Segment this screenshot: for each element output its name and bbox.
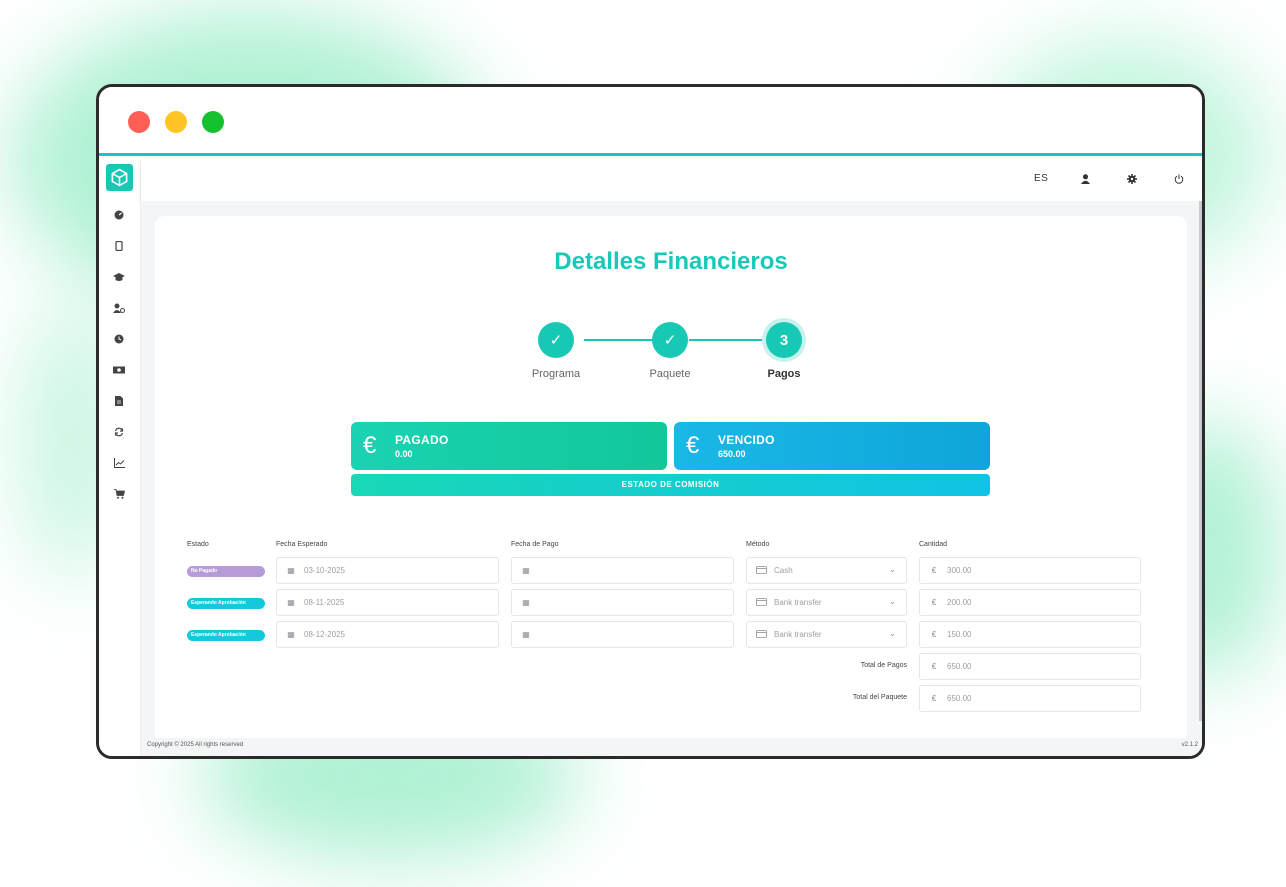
expected-date-value: 03-10-2025 — [304, 566, 345, 575]
user-settings-icon[interactable] — [110, 299, 128, 317]
step-programa-marker[interactable]: ✓ — [538, 322, 574, 358]
step-pagos-marker[interactable]: 3 — [766, 322, 802, 358]
status-badge: No Pagado — [187, 566, 265, 577]
due-summary-card: € VENCIDO 650.00 — [674, 422, 990, 470]
maximize-window-button[interactable] — [202, 111, 224, 133]
euro-icon: € — [686, 432, 700, 459]
copyright-text: Copyright © 2025 All rights reserved — [147, 742, 244, 748]
close-window-button[interactable] — [128, 111, 150, 133]
step-connector — [689, 339, 763, 341]
total-payments-field: €650.00 — [919, 653, 1141, 680]
chevron-down-icon: ⌄ — [889, 597, 896, 606]
main-content: Detalles Financieros ✓ ✓ 3 Programa Paqu… — [141, 201, 1202, 744]
credit-card-icon — [756, 565, 767, 576]
column-header-fecha-pago: Fecha de Pago — [511, 541, 559, 548]
column-header-cantidad: Cantidad — [919, 541, 948, 548]
total-package-field: €650.00 — [919, 685, 1141, 712]
app-window: ES Detalles Financieros ✓ ✓ 3 Programa P… — [96, 84, 1205, 759]
payment-date-field[interactable]: ▦ — [511, 557, 734, 584]
step-label-pagos: Pagos — [767, 368, 801, 380]
column-header-estado: Estado — [187, 541, 209, 548]
calendar-icon: ▦ — [287, 566, 295, 575]
chevron-down-icon: ⌄ — [889, 565, 896, 574]
page-title: Detalles Financieros — [554, 248, 788, 275]
document-icon[interactable] — [110, 392, 128, 410]
calendar-icon: ▦ — [522, 598, 530, 607]
step-connector — [584, 339, 654, 341]
calendar-icon: ▦ — [287, 630, 295, 639]
cart-icon[interactable] — [110, 485, 128, 503]
expected-date-value: 08-11-2025 — [304, 598, 345, 607]
calendar-icon: ▦ — [522, 566, 530, 575]
method-value: Cash — [774, 566, 793, 575]
amount-value: 150.00 — [947, 630, 972, 639]
financial-details-card: Detalles Financieros ✓ ✓ 3 Programa Paqu… — [155, 216, 1187, 744]
euro-icon: € — [931, 630, 937, 639]
due-value: 650.00 — [718, 449, 746, 459]
amount-field[interactable]: €200.00 — [919, 589, 1141, 616]
method-select[interactable]: Bank transfer ⌄ — [746, 589, 907, 616]
dashboard-icon[interactable] — [110, 206, 128, 224]
total-package-label: Total del Paquete — [852, 694, 907, 701]
column-header-metodo: Método — [746, 541, 770, 548]
gear-icon[interactable] — [1124, 171, 1140, 187]
language-selector[interactable]: ES — [1034, 173, 1048, 184]
money-icon[interactable] — [110, 361, 128, 379]
step-label-programa: Programa — [531, 368, 581, 380]
stage: ES Detalles Financieros ✓ ✓ 3 Programa P… — [0, 0, 1286, 887]
graduation-cap-icon[interactable] — [110, 268, 128, 286]
top-navbar: ES — [141, 159, 1202, 201]
euro-icon: € — [931, 662, 937, 671]
window-titlebar — [99, 87, 1202, 156]
phone-icon[interactable] — [110, 237, 128, 255]
paid-label: PAGADO — [395, 433, 449, 447]
chevron-down-icon: ⌄ — [889, 629, 896, 638]
credit-card-icon — [756, 629, 767, 640]
amount-value: 200.00 — [947, 598, 972, 607]
clock-icon[interactable] — [110, 330, 128, 348]
step-paquete-marker[interactable]: ✓ — [652, 322, 688, 358]
column-header-fecha-esperado: Fecha Esperado — [276, 541, 328, 548]
method-value: Bank transfer — [774, 630, 822, 639]
euro-icon: € — [931, 694, 937, 703]
total-package-value: 650.00 — [947, 694, 972, 703]
version-text: v2.1.2 — [1181, 742, 1198, 748]
user-icon[interactable] — [1077, 171, 1093, 187]
power-icon[interactable] — [1171, 171, 1187, 187]
minimize-window-button[interactable] — [165, 111, 187, 133]
amount-value: 300.00 — [947, 566, 972, 575]
method-value: Bank transfer — [774, 598, 822, 607]
commission-status-bar[interactable]: ESTADO DE COMISIÓN — [351, 474, 990, 496]
payment-date-field[interactable]: ▦ — [511, 621, 734, 648]
amount-field[interactable]: €300.00 — [919, 557, 1141, 584]
method-select[interactable]: Cash ⌄ — [746, 557, 907, 584]
due-label: VENCIDO — [718, 433, 775, 447]
calendar-icon: ▦ — [287, 598, 295, 607]
expected-date-field[interactable]: ▦ 08-12-2025 — [276, 621, 499, 648]
sidebar — [99, 159, 141, 756]
step-label-paquete: Paquete — [649, 368, 691, 380]
total-payments-value: 650.00 — [947, 662, 972, 671]
status-badge: Esperando Aprobación — [187, 630, 265, 641]
footer: Copyright © 2025 All rights reserved v2.… — [141, 738, 1202, 756]
chart-icon[interactable] — [110, 454, 128, 472]
euro-icon: € — [931, 566, 937, 575]
calendar-icon: ▦ — [522, 630, 530, 639]
expected-date-value: 08-12-2025 — [304, 630, 345, 639]
total-payments-label: Total de Pagos — [860, 662, 907, 669]
expected-date-field[interactable]: ▦ 08-11-2025 — [276, 589, 499, 616]
paid-value: 0.00 — [395, 449, 413, 459]
euro-icon: € — [931, 598, 937, 607]
refresh-icon[interactable] — [110, 423, 128, 441]
euro-icon: € — [363, 432, 377, 459]
paid-summary-card: € PAGADO 0.00 — [351, 422, 667, 470]
credit-card-icon — [756, 597, 767, 608]
status-badge: Esperando Aprobación — [187, 598, 265, 609]
amount-field[interactable]: €150.00 — [919, 621, 1141, 648]
payment-date-field[interactable]: ▦ — [511, 589, 734, 616]
expected-date-field[interactable]: ▦ 03-10-2025 — [276, 557, 499, 584]
app-logo-icon[interactable] — [106, 164, 133, 191]
method-select[interactable]: Bank transfer ⌄ — [746, 621, 907, 648]
scrollbar[interactable] — [1199, 201, 1202, 721]
